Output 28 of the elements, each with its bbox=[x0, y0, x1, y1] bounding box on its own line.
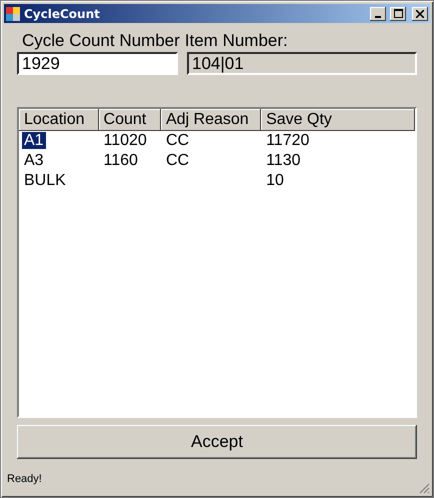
column-header[interactable]: Location bbox=[19, 109, 99, 131]
table-cell: CC bbox=[166, 132, 190, 149]
accept-button[interactable]: Accept bbox=[17, 425, 417, 459]
status-text: Ready! bbox=[7, 473, 43, 485]
minimize-icon bbox=[375, 16, 381, 18]
app-icon bbox=[6, 6, 20, 20]
close-icon bbox=[416, 10, 424, 18]
resize-grip-icon bbox=[419, 483, 430, 494]
table-cell[interactable]: A3 bbox=[22, 152, 46, 169]
column-header[interactable]: Count bbox=[98, 109, 161, 131]
table-cell: 1130 bbox=[266, 152, 300, 169]
table-cell: 11020 bbox=[104, 132, 147, 149]
table-cell[interactable]: A1 bbox=[22, 132, 46, 149]
maximize-button[interactable] bbox=[390, 6, 406, 20]
table-cell[interactable]: BULK bbox=[22, 172, 68, 189]
table-cell: 1160 bbox=[104, 152, 138, 169]
table-cell: CC bbox=[166, 152, 190, 169]
table-cell: 10 bbox=[266, 172, 284, 189]
column-header[interactable]: Adj Reason bbox=[160, 109, 262, 131]
column-header[interactable]: Save Qty bbox=[261, 109, 415, 131]
table-cell: 11720 bbox=[266, 132, 310, 149]
input-field[interactable]: 1929 bbox=[17, 52, 178, 75]
window-title: CycleCount bbox=[24, 6, 101, 20]
minimize-button[interactable] bbox=[370, 6, 386, 20]
maximize-icon bbox=[394, 9, 402, 18]
close-button[interactable] bbox=[412, 6, 428, 20]
field-label: Cycle Count Number bbox=[22, 31, 180, 51]
field-label: Item Number: bbox=[184, 31, 288, 51]
